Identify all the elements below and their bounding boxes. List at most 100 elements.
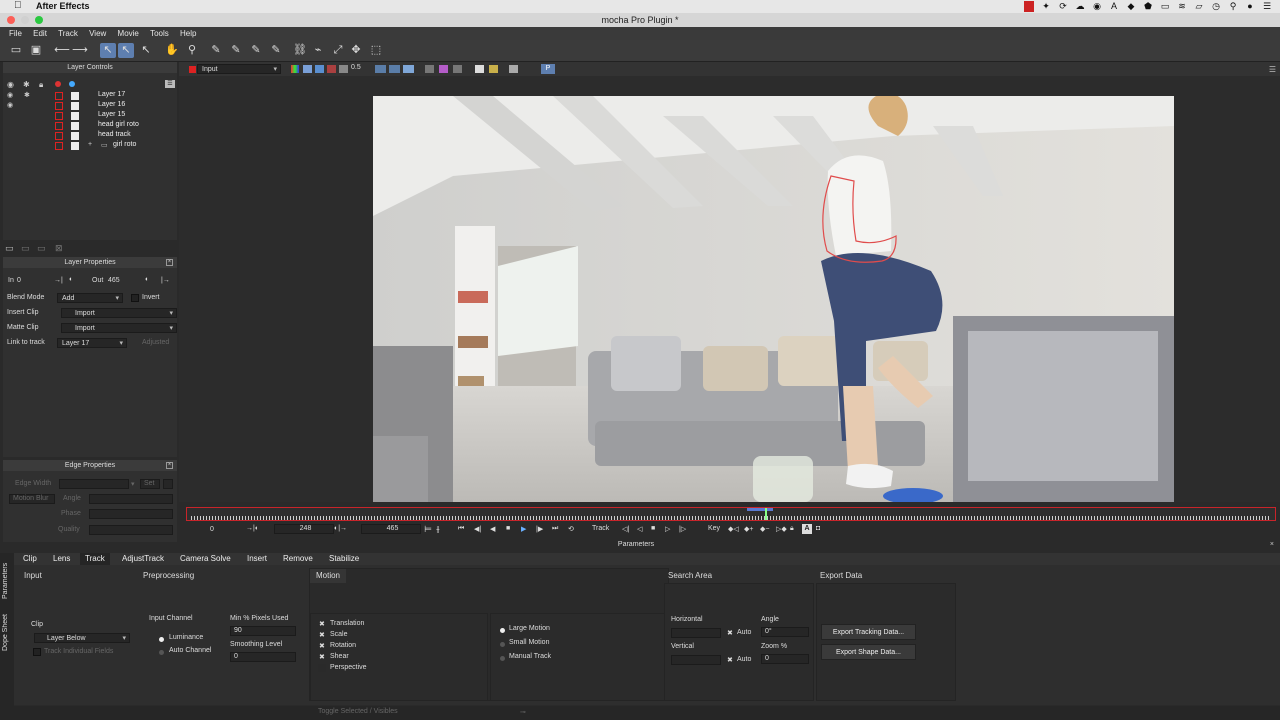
lock-header-icon[interactable]: 🔒︎ bbox=[39, 80, 43, 90]
timeline-zoom-icon[interactable]: ⊨ bbox=[424, 524, 432, 535]
layer-row[interactable]: head track bbox=[3, 131, 177, 141]
go-start-icon[interactable]: ⏮ bbox=[458, 525, 464, 533]
tab-clip[interactable]: Clip bbox=[18, 553, 42, 565]
app-icon[interactable]: ◉ bbox=[1092, 1, 1102, 12]
link-to-track-dropdown[interactable]: Layer 17 bbox=[57, 338, 127, 348]
red-mask-icon[interactable] bbox=[327, 65, 336, 73]
matte-checkbox[interactable] bbox=[71, 122, 79, 130]
menu-movie[interactable]: Movie bbox=[118, 27, 139, 40]
color-mask-icon[interactable] bbox=[439, 65, 448, 73]
adobe-icon[interactable]: A bbox=[1109, 1, 1119, 12]
expand-group-icon[interactable]: + bbox=[88, 141, 92, 148]
export-tracking-button[interactable]: Export Tracking Data... bbox=[821, 624, 916, 640]
set-in-icon[interactable]: →| bbox=[54, 277, 63, 284]
dropbox-icon[interactable]: ✦ bbox=[1041, 1, 1051, 12]
vertical-field[interactable] bbox=[671, 655, 721, 665]
track-step-back-icon[interactable]: ◁ bbox=[637, 525, 642, 533]
blend-mode-dropdown[interactable]: Add bbox=[57, 293, 123, 303]
export-shape-button[interactable]: Export Shape Data... bbox=[821, 644, 916, 660]
rgb-channel-icon[interactable] bbox=[291, 65, 299, 73]
cache-icon[interactable] bbox=[453, 65, 462, 73]
redo-icon[interactable]: ⟶ bbox=[72, 43, 88, 58]
new-layer-icon[interactable]: ▭ bbox=[5, 243, 14, 254]
alpha-channel-icon[interactable] bbox=[303, 65, 312, 73]
menu-file[interactable]: File bbox=[9, 27, 22, 40]
shield-icon[interactable]: ⬟ bbox=[1143, 1, 1153, 12]
gear-icon[interactable] bbox=[509, 65, 518, 73]
close-parameters-icon[interactable]: × bbox=[1270, 541, 1274, 548]
menu-track[interactable]: Track bbox=[58, 27, 78, 40]
matte-checkbox[interactable] bbox=[71, 132, 79, 140]
stabilize-view-icon[interactable] bbox=[403, 65, 414, 73]
add-bezier-icon[interactable]: ✎ bbox=[268, 43, 284, 58]
luminance-radio[interactable] bbox=[159, 637, 164, 642]
add-key-icon[interactable]: ◆+ bbox=[744, 525, 753, 533]
clock-icon[interactable]: ◷ bbox=[1211, 1, 1221, 12]
playhead[interactable] bbox=[765, 508, 767, 520]
small-motion-radio[interactable] bbox=[500, 642, 505, 647]
perspective-checkbox[interactable] bbox=[318, 664, 326, 672]
auto-channel-radio[interactable] bbox=[159, 650, 164, 655]
select-add-tool-icon[interactable]: ↖ bbox=[138, 43, 154, 58]
cog-icon[interactable]: ✱ bbox=[24, 91, 30, 99]
clip-frame[interactable] bbox=[373, 96, 1174, 502]
layer-color-box[interactable] bbox=[55, 142, 63, 150]
xspline-tool-icon[interactable]: ✎ bbox=[208, 43, 224, 58]
min-pixels-field[interactable]: 90 bbox=[230, 626, 296, 636]
record-icon[interactable] bbox=[1024, 1, 1034, 12]
layer-color-box[interactable] bbox=[55, 102, 63, 110]
planar-surface-icon[interactable]: P bbox=[541, 64, 555, 74]
move-icon[interactable]: ✥ bbox=[348, 43, 364, 58]
apple-icon[interactable]:  bbox=[14, 0, 22, 11]
layer-row[interactable]: Layer 15 bbox=[3, 111, 177, 121]
zoom-window-button[interactable] bbox=[35, 16, 43, 24]
open-folder-icon[interactable]: ▭ bbox=[8, 43, 24, 58]
tab-adjusttrack[interactable]: AdjustTrack bbox=[117, 553, 169, 565]
minimize-window-button[interactable] bbox=[21, 16, 29, 24]
color-header-icon[interactable] bbox=[55, 81, 61, 87]
manual-track-radio[interactable] bbox=[500, 656, 505, 661]
layer-color-box[interactable] bbox=[55, 122, 63, 130]
set-out-icon[interactable]: |→ bbox=[161, 277, 170, 284]
viewer-menu-icon[interactable]: ☰ bbox=[1269, 65, 1276, 74]
view-mode-icon[interactable] bbox=[375, 65, 386, 73]
rotation-check-icon[interactable]: ✖ bbox=[319, 642, 325, 650]
layer-row[interactable]: ◉ Layer 16 bbox=[3, 101, 177, 111]
matte-checkbox[interactable] bbox=[71, 142, 79, 150]
save-icon[interactable]: ▣ bbox=[28, 43, 44, 58]
horizontal-field[interactable] bbox=[671, 628, 721, 638]
side-tab-dope-sheet[interactable]: Dope Sheet bbox=[2, 611, 9, 651]
prev-key-icon[interactable]: ◆◁ bbox=[728, 525, 739, 533]
vertical-auto-check-icon[interactable]: ✖ bbox=[727, 656, 733, 664]
input-dropdown[interactable]: Input bbox=[197, 64, 281, 74]
visibility-header-icon[interactable]: ◉ bbox=[7, 80, 14, 89]
angle-field[interactable]: 0° bbox=[761, 627, 809, 637]
pin-icon[interactable] bbox=[489, 65, 498, 73]
cloud-icon[interactable]: ☁ bbox=[1075, 1, 1085, 12]
wifi-icon[interactable]: ≋ bbox=[1177, 1, 1187, 12]
delete-layer-icon[interactable]: ▭ bbox=[37, 243, 46, 254]
out-knob-icon[interactable]: ◐ bbox=[145, 276, 149, 283]
menu-edit[interactable]: Edit bbox=[33, 27, 47, 40]
smoothing-field[interactable]: 0 bbox=[230, 652, 296, 662]
sync-icon[interactable]: ⟳ bbox=[1058, 1, 1068, 12]
next-key-icon[interactable]: ▷◆ bbox=[776, 525, 787, 533]
layer-group-row[interactable]: + ▭ girl roto bbox=[3, 141, 177, 151]
airplay-icon[interactable]: ▱ bbox=[1194, 1, 1204, 12]
timeline[interactable] bbox=[186, 507, 1276, 521]
play-backward-icon[interactable]: ◀ bbox=[490, 525, 495, 533]
layer-name[interactable]: head track bbox=[98, 131, 131, 138]
in-knob-icon[interactable]: ◐ bbox=[69, 276, 73, 283]
layer-color-box[interactable] bbox=[55, 132, 63, 140]
bezier-tool-icon[interactable]: ✎ bbox=[248, 43, 264, 58]
tab-lens[interactable]: Lens bbox=[48, 553, 75, 565]
insert-clip-dropdown[interactable]: Import bbox=[61, 308, 177, 318]
close-icon[interactable]: × bbox=[166, 259, 173, 266]
unlink-icon[interactable]: ⌁ bbox=[310, 43, 326, 58]
add-xspline-icon[interactable]: ✎ bbox=[228, 43, 244, 58]
layer-name[interactable]: Layer 15 bbox=[98, 111, 125, 118]
battery-icon[interactable]: ▭ bbox=[1160, 1, 1170, 12]
undo-icon[interactable]: ⟵ bbox=[54, 43, 70, 58]
tab-track[interactable]: Track bbox=[80, 553, 110, 565]
zoom-field[interactable]: 0 bbox=[761, 654, 809, 664]
